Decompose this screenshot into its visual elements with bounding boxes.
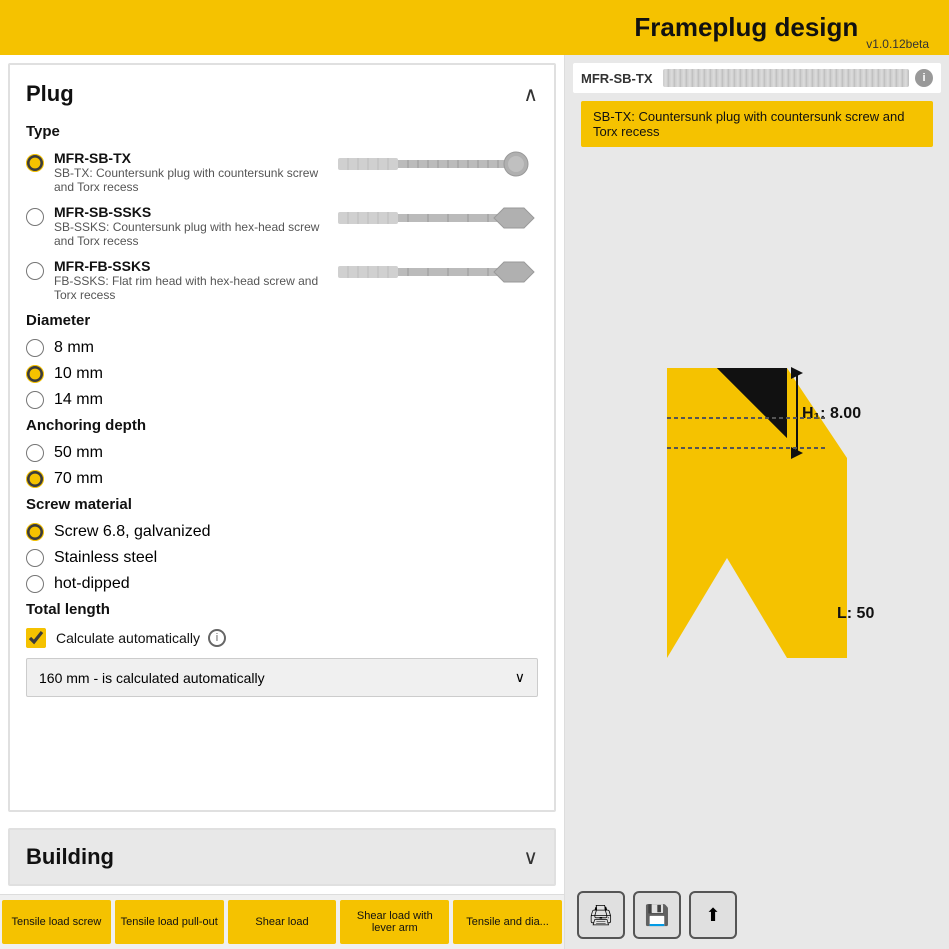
type-radio-mfr-sb-tx[interactable] [26,154,44,172]
right-toolbar: 🖨 💾 ⬆ [565,881,949,949]
building-section[interactable]: Building ∨ [8,828,556,886]
total-length-dropdown[interactable]: 160 mm - is calculated automatically ∨ [26,658,538,697]
screw-option-hot-dipped[interactable]: hot-dipped [26,575,538,593]
save-icon: 💾 [645,903,670,928]
print-button[interactable]: 🖨 [577,891,625,939]
card-tensile-pullout[interactable]: Tensile load pull-out [115,900,224,944]
type-radio-mfr-sb-ssks[interactable] [26,208,44,226]
tooltip-screw-image [663,69,910,87]
building-title: Building [26,844,114,870]
diameter-value-10mm: 10 mm [54,365,103,383]
type-img-mfr-sb-ssks [338,204,538,232]
diagram-area: H₁: 8.00 L: 50 [565,155,949,881]
chevron-down-icon: ∨ [515,669,525,686]
type-radio-mfr-fb-ssks[interactable] [26,262,44,280]
type-img-mfr-sb-tx [338,150,538,178]
anchoring-depth-label: Anchoring depth [26,417,538,434]
svg-text:H₁: 8.00: H₁: 8.00 [802,405,861,422]
diameter-option-8mm[interactable]: 8 mm [26,339,538,357]
total-length-value: 160 mm - is calculated automatically [39,670,265,686]
type-name-mfr-sb-ssks: MFR-SB-SSKS [54,204,338,220]
building-collapse-icon[interactable]: ∨ [523,845,538,870]
diameter-label: Diameter [26,312,538,329]
export-button[interactable]: ⬆ [689,891,737,939]
main-layout: Plug ∧ Type MFR-SB-TX SB-TX: Countersunk… [0,55,949,949]
screw-option-galvanized[interactable]: Screw 6.8, galvanized [26,523,538,541]
type-name-mfr-fb-ssks: MFR-FB-SSKS [54,258,338,274]
screw-radio-hot-dipped[interactable] [26,575,44,593]
type-desc-mfr-sb-ssks: SB-SSKS: Countersunk plug with hex-head … [54,220,338,248]
info-icon[interactable]: i [208,629,226,647]
tooltip-description: SB-TX: Countersunk plug with countersunk… [581,101,933,147]
anchoring-radio-70mm[interactable] [26,470,44,488]
screw-material-label: Screw material [26,496,538,513]
app-header: Frameplug design v1.0.12beta [0,0,949,55]
screw-material-subsection: Screw material Screw 6.8, galvanized Sta… [26,496,538,593]
type-info-mfr-fb-ssks: MFR-FB-SSKS FB-SSKS: Flat rim head with … [54,258,338,302]
tooltip-plug-name: MFR-SB-TX [581,71,653,86]
anchoring-option-70mm[interactable]: 70 mm [26,470,538,488]
type-label: Type [26,123,538,140]
diameter-value-14mm: 14 mm [54,391,103,409]
diagram-svg: H₁: 8.00 L: 50 [587,338,927,698]
plug-collapse-icon[interactable]: ∧ [523,82,538,107]
screw-radio-stainless[interactable] [26,549,44,567]
screw-option-stainless[interactable]: Stainless steel [26,549,538,567]
tooltip-desc-text: SB-TX: Countersunk plug with countersunk… [593,109,904,139]
plug-section: Plug ∧ Type MFR-SB-TX SB-TX: Countersunk… [8,63,556,812]
export-icon: ⬆ [705,905,720,926]
app-version: v1.0.12beta [866,37,929,51]
anchoring-depth-subsection: Anchoring depth 50 mm 70 mm [26,417,538,488]
anchoring-value-50mm: 50 mm [54,444,103,462]
auto-calculate-checkbox[interactable] [26,628,46,648]
card-tensile-screw[interactable]: Tensile load screw [2,900,111,944]
auto-calculate-label: Calculate automatically [56,630,200,646]
diameter-radio-8mm[interactable] [26,339,44,357]
anchoring-value-70mm: 70 mm [54,470,103,488]
print-icon: 🖨 [588,903,613,928]
right-panel: MFR-SB-TX i SB-TX: Countersunk plug with… [565,55,949,949]
auto-calculate-checkbox-item[interactable]: Calculate automatically i [26,628,538,648]
screw-radio-galvanized[interactable] [26,523,44,541]
type-desc-mfr-sb-tx: SB-TX: Countersunk plug with countersunk… [54,166,338,194]
save-button[interactable]: 💾 [633,891,681,939]
tooltip-info-circle: i [915,69,933,87]
diameter-option-10mm[interactable]: 10 mm [26,365,538,383]
left-panel: Plug ∧ Type MFR-SB-TX SB-TX: Countersunk… [0,55,565,949]
type-option-mfr-sb-tx[interactable]: MFR-SB-TX SB-TX: Countersunk plug with c… [26,150,538,194]
type-option-mfr-fb-ssks[interactable]: MFR-FB-SSKS FB-SSKS: Flat rim head with … [26,258,538,302]
type-img-mfr-fb-ssks [338,258,538,286]
plug-section-title: Plug [26,81,74,107]
tooltip-card-wrapper: MFR-SB-TX i SB-TX: Countersunk plug with… [573,63,941,155]
card-shear-lever[interactable]: Shear load with lever arm [340,900,449,944]
type-option-mfr-sb-ssks[interactable]: MFR-SB-SSKS SB-SSKS: Countersunk plug wi… [26,204,538,248]
type-subsection: Type MFR-SB-TX SB-TX: Countersunk plug w… [26,123,538,302]
anchoring-radio-50mm[interactable] [26,444,44,462]
diameter-subsection: Diameter 8 mm 10 mm 14 mm [26,312,538,409]
diameter-radio-14mm[interactable] [26,391,44,409]
plug-section-header: Plug ∧ [26,81,538,107]
type-name-mfr-sb-tx: MFR-SB-TX [54,150,338,166]
diameter-radio-10mm[interactable] [26,365,44,383]
tooltip-header: MFR-SB-TX i [573,63,941,93]
diameter-option-14mm[interactable]: 14 mm [26,391,538,409]
diameter-value-8mm: 8 mm [54,339,94,357]
bottom-cards: Tensile load screw Tensile load pull-out… [0,894,564,949]
svg-text:L: 50: L: 50 [837,605,874,622]
type-info-mfr-sb-ssks: MFR-SB-SSKS SB-SSKS: Countersunk plug wi… [54,204,338,248]
card-shear-load[interactable]: Shear load [228,900,337,944]
screw-value-hot-dipped: hot-dipped [54,575,130,593]
total-length-subsection: Total length Calculate automatically i 1… [26,601,538,697]
type-desc-mfr-fb-ssks: FB-SSKS: Flat rim head with hex-head scr… [54,274,338,302]
app-title: Frameplug design [634,12,858,43]
card-tensile-dia[interactable]: Tensile and dia... [453,900,562,944]
type-info-mfr-sb-tx: MFR-SB-TX SB-TX: Countersunk plug with c… [54,150,338,194]
screw-value-stainless: Stainless steel [54,549,157,567]
anchoring-option-50mm[interactable]: 50 mm [26,444,538,462]
screw-value-galvanized: Screw 6.8, galvanized [54,523,211,541]
total-length-label: Total length [26,601,538,618]
